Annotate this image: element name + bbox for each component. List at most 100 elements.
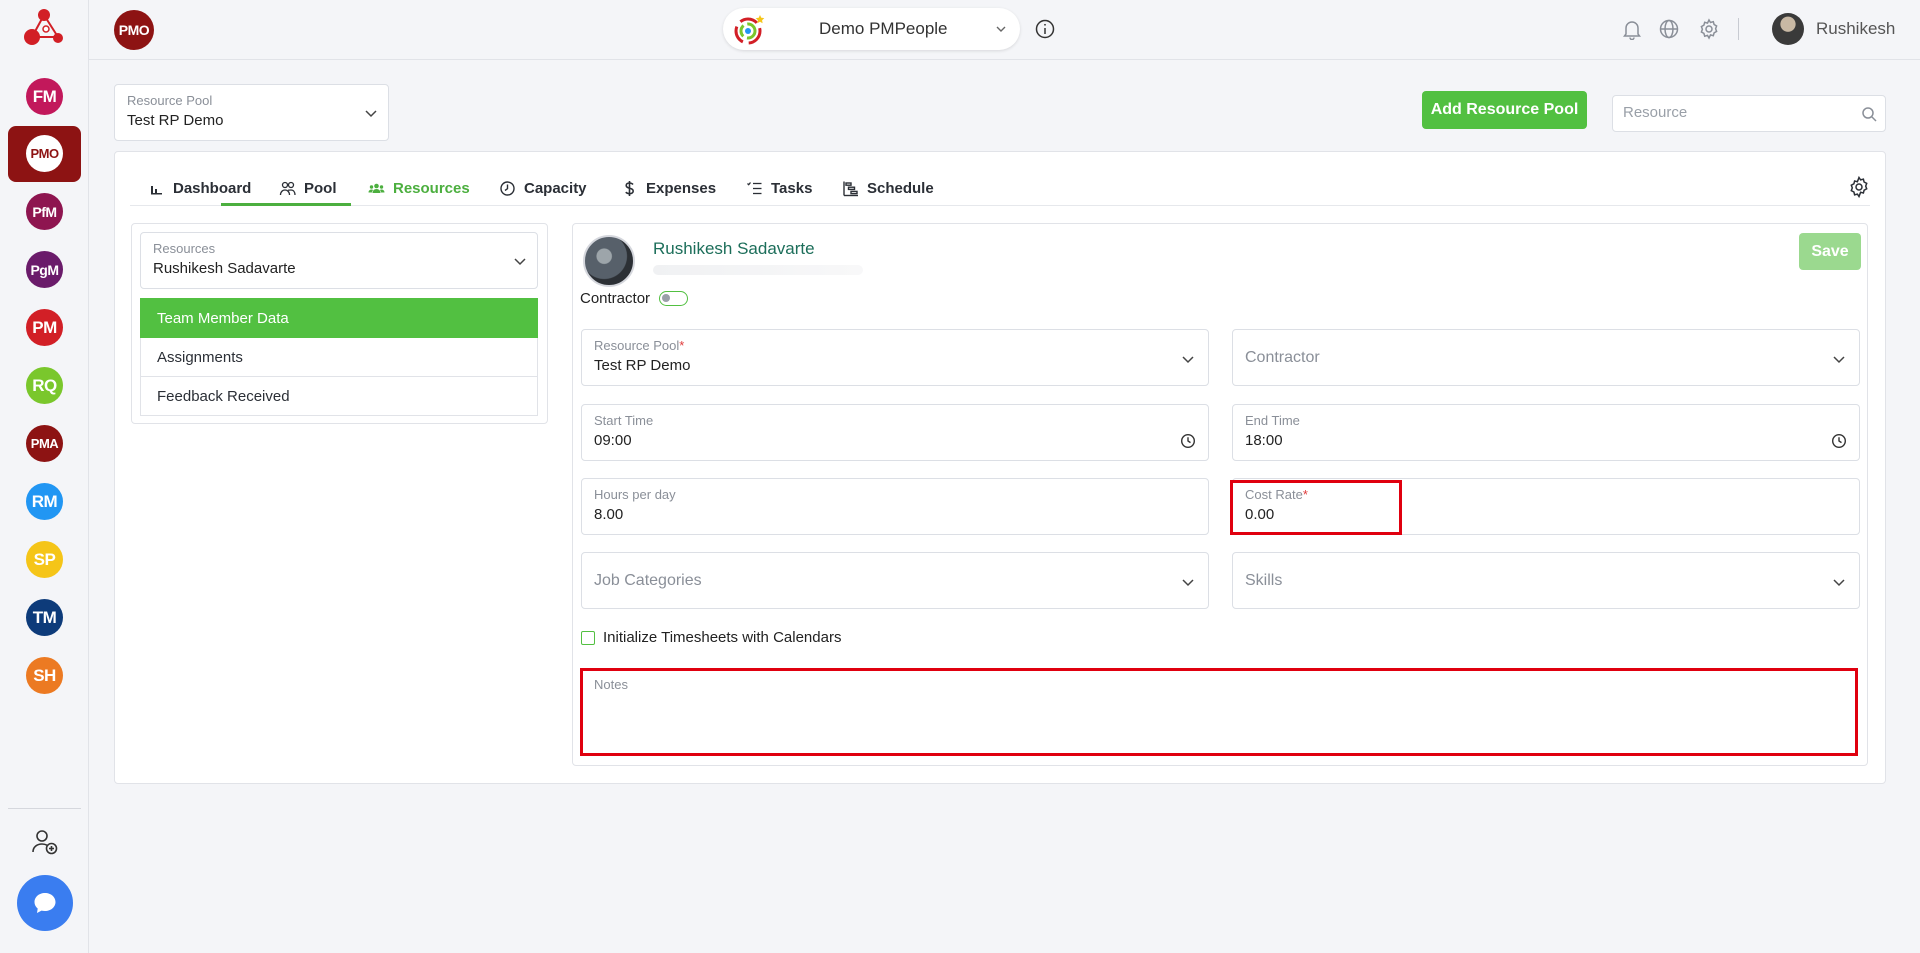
skills-field[interactable]: Skills [1232,552,1860,609]
start-time-value: 09:00 [594,432,632,449]
cost-rate-label-text: Cost Rate [1245,487,1303,502]
rail-item-pm[interactable]: PM [26,309,63,346]
clock-icon[interactable] [1180,433,1196,449]
menu-item-assignments[interactable]: Assignments [140,338,538,377]
tab-tasks[interactable]: Tasks [746,170,812,206]
menu-item-feedback-received[interactable]: Feedback Received [140,377,538,416]
cost-rate-value: 0.00 [1245,506,1275,523]
rail-item-pfm[interactable]: PfM [26,193,63,230]
left-rail: FM PMO PfM PgM PM RQ PMA RM SP TM SH [0,0,89,953]
workspace-selector[interactable]: Demo PMPeople [723,8,1020,50]
team-icon [368,183,385,193]
init-timesheets-checkbox-row[interactable]: Initialize Timesheets with Calendars [581,629,841,646]
chat-bubble-icon [34,893,56,913]
rail-divider [8,808,81,809]
chevron-down-icon [365,110,377,118]
profile-subtitle-blurred [653,265,863,275]
required-mark: * [679,338,685,353]
menu-item-team-member-data[interactable]: Team Member Data [140,298,538,338]
job-categories-field[interactable]: Job Categories [581,552,1209,609]
resource-search-input[interactable] [1623,104,1843,121]
job-categories-placeholder: Job Categories [594,572,702,589]
user-avatar[interactable] [1772,13,1804,45]
hours-per-day-field[interactable]: Hours per day 8.00 [581,478,1209,535]
start-time-field[interactable]: Start Time 09:00 [581,404,1209,461]
rail-item-fm[interactable]: FM [26,78,63,115]
chevron-down-icon [1182,579,1194,587]
checklist-icon [747,181,762,194]
clock-icon[interactable] [1831,433,1847,449]
rail-item-rm[interactable]: RM [26,483,63,520]
contractor-toggle-label: Contractor [580,290,651,307]
notes-label: Notes [594,677,628,692]
init-timesheets-checkbox[interactable] [581,630,595,645]
bell-icon[interactable] [1621,18,1643,40]
info-icon[interactable] [1035,19,1055,39]
profile-name[interactable]: Rushikesh Sadavarte [653,239,815,259]
tab-label: Tasks [771,179,813,197]
resources-select[interactable]: Resources Rushikesh Sadavarte [140,232,538,289]
user-name[interactable]: Rushikesh [1816,19,1895,39]
cost-rate-field[interactable]: Cost Rate* 0.00 [1232,478,1860,535]
resource-pool-field[interactable]: Resource Pool* Test RP Demo [581,329,1209,386]
skills-placeholder: Skills [1245,572,1283,589]
save-button[interactable]: Save [1799,233,1861,270]
resource-pool-select[interactable]: Resource Pool Test RP Demo [114,84,389,141]
settings-gear-icon[interactable] [1848,176,1870,198]
top-bar-separator [1738,18,1739,40]
hours-per-day-label: Hours per day [594,487,676,502]
tab-pool[interactable]: Pool [279,170,337,206]
chevron-down-icon [1182,356,1194,364]
chevron-down-icon [996,26,1006,32]
workspace-name: Demo PMPeople [819,19,948,38]
module-badge[interactable]: PMO [114,10,154,50]
end-time-field[interactable]: End Time 18:00 [1232,404,1860,461]
resource-pool-field-label: Resource Pool* [594,338,684,353]
cost-rate-label: Cost Rate* [1245,487,1308,502]
tab-label: Schedule [867,179,934,197]
tab-resources[interactable]: Resources [368,170,470,206]
tab-label: Dashboard [173,179,252,197]
clock-icon [500,180,515,196]
tab-label: Expenses [646,179,717,197]
active-tab-underline [221,203,351,206]
resource-pool-select-value: Test RP Demo [127,112,224,129]
contractor-toggle[interactable] [659,291,688,306]
hours-per-day-value: 8.00 [594,506,624,523]
resource-search[interactable] [1612,95,1886,132]
tab-expenses[interactable]: Expenses [621,170,716,206]
tab-capacity[interactable]: Capacity [499,170,587,206]
resource-pool-select-label: Resource Pool [127,93,213,108]
rail-item-tm[interactable]: TM [26,599,63,636]
people-icon [279,181,296,195]
profile-avatar [583,235,635,287]
rail-item-sh[interactable]: SH [26,657,63,694]
add-user-icon[interactable] [31,828,59,856]
rail-item-pmo[interactable]: PMO [26,135,63,172]
contractor-field[interactable]: Contractor [1232,329,1860,386]
search-icon [1862,107,1877,122]
tab-dashboard[interactable]: Dashboard [148,170,251,206]
rail-item-sp[interactable]: SP [26,541,63,578]
tab-label: Capacity [524,179,587,197]
contractor-field-placeholder: Contractor [1245,349,1320,366]
rail-item-rq[interactable]: RQ [26,367,63,404]
start-time-label: Start Time [594,413,654,428]
rail-item-pgm[interactable]: PgM [26,251,63,288]
init-timesheets-label: Initialize Timesheets with Calendars [603,629,842,646]
tab-schedule[interactable]: Schedule [842,170,934,206]
notes-field[interactable]: Notes [581,669,1857,755]
resource-pool-field-value: Test RP Demo [594,357,691,374]
app-logo[interactable] [20,5,68,49]
bar-chart-icon [151,185,162,194]
end-time-label: End Time [1245,413,1300,428]
end-time-value: 18:00 [1245,432,1283,449]
chat-button[interactable] [17,875,73,931]
tab-label: Pool [304,179,337,197]
gear-icon[interactable] [1698,18,1720,40]
rail-item-pma[interactable]: PMA [26,425,63,462]
add-resource-pool-button[interactable]: Add Resource Pool [1422,91,1587,129]
chevron-down-icon [1833,579,1845,587]
globe-icon[interactable] [1658,18,1680,40]
workspace-logo-icon [734,15,765,45]
